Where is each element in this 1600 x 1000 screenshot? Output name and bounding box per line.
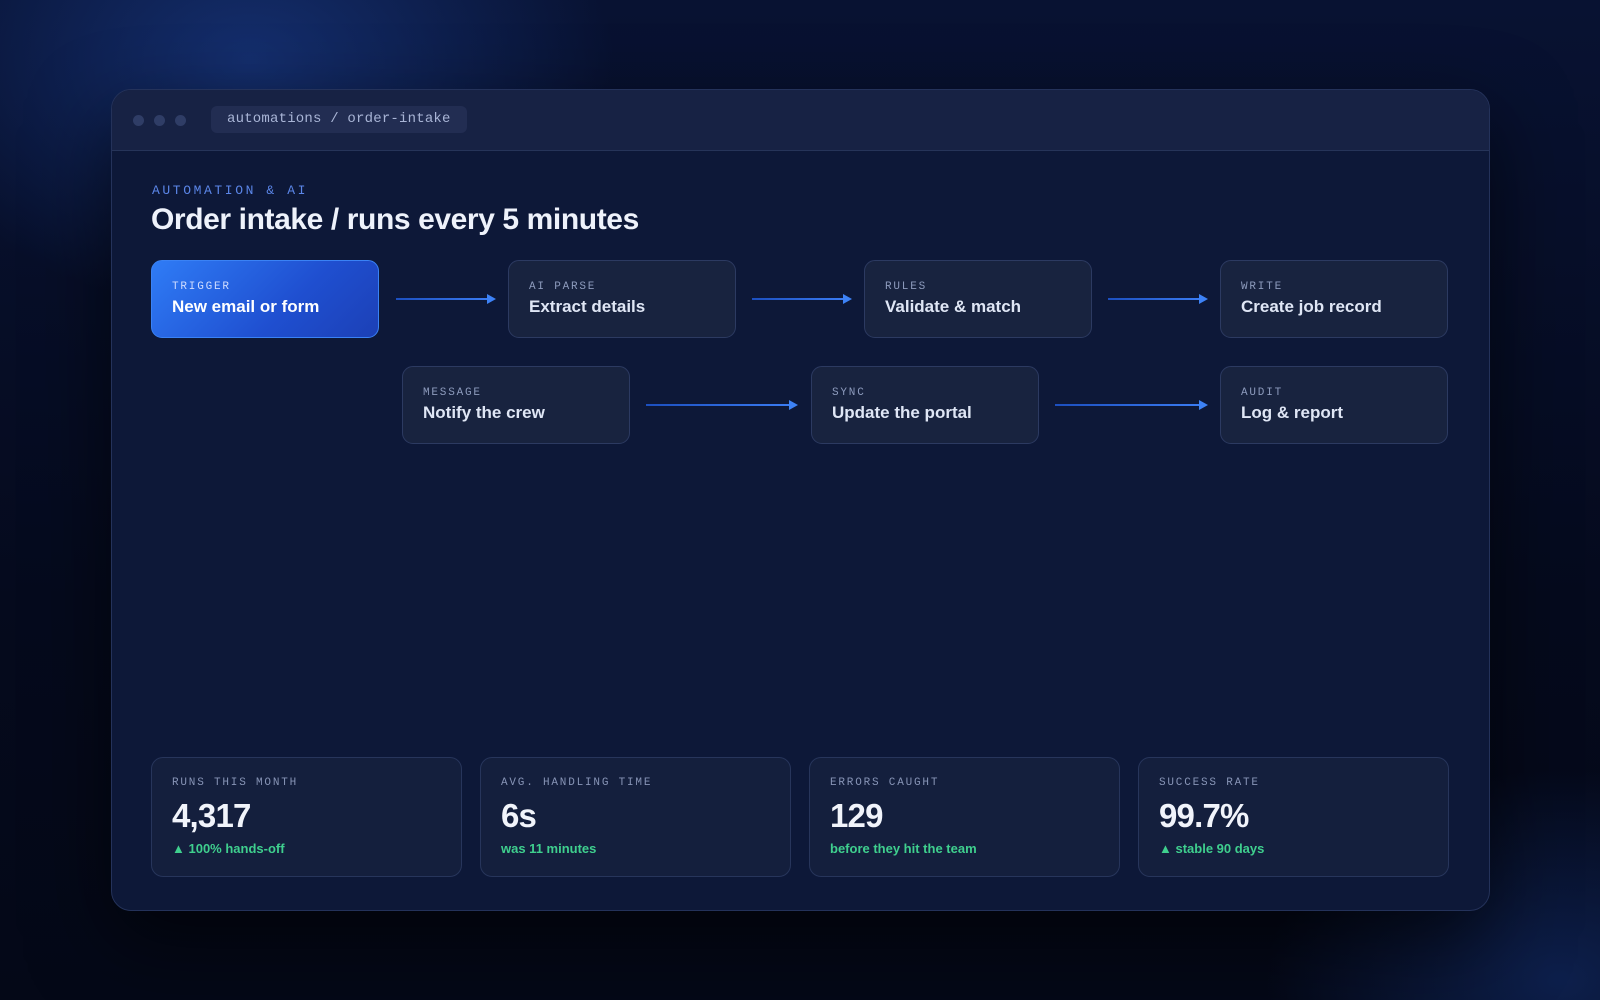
flow-node-audit[interactable]: AUDIT Log & report — [1220, 366, 1448, 444]
flow-node-write[interactable]: WRITE Create job record — [1220, 260, 1448, 338]
stat-note: before they hit the team — [830, 841, 977, 856]
window-minimize-dot[interactable] — [154, 115, 165, 126]
page-title: Order intake / runs every 5 minutes — [151, 203, 639, 236]
flow-node-sync[interactable]: SYNC Update the portal — [811, 366, 1039, 444]
section-eyebrow: AUTOMATION & AI — [152, 183, 309, 198]
node-kicker: WRITE — [1241, 281, 1284, 293]
stat-card-runs: RUNS THIS MONTH 4,317 ▲ 100% hands-off — [151, 757, 462, 877]
stat-note: ▲ 100% hands-off — [172, 841, 285, 856]
flow-node-message[interactable]: MESSAGE Notify the crew — [402, 366, 630, 444]
window-close-dot[interactable] — [133, 115, 144, 126]
node-kicker: RULES — [885, 281, 928, 293]
node-label: Notify the crew — [423, 403, 545, 422]
flow-arrow-icon — [1055, 400, 1208, 410]
window-maximize-dot[interactable] — [175, 115, 186, 126]
flow-arrow-icon — [752, 294, 852, 304]
app-window: automations / order-intake AUTOMATION & … — [111, 89, 1490, 911]
node-kicker: SYNC — [832, 387, 866, 399]
flow-arrow-icon — [1108, 294, 1208, 304]
stat-value: 129 — [830, 797, 883, 834]
title-bar: automations / order-intake — [112, 90, 1489, 151]
node-kicker: AUDIT — [1241, 387, 1284, 399]
stat-note: was 11 minutes — [501, 841, 597, 856]
flow-node-ai-parse[interactable]: AI PARSE Extract details — [508, 260, 736, 338]
node-label: Update the portal — [832, 403, 972, 422]
node-label: Log & report — [1241, 403, 1343, 422]
stat-card-errors: ERRORS CAUGHT 129 before they hit the te… — [809, 757, 1120, 877]
stat-value: 6s — [501, 797, 537, 834]
stat-value: 99.7% — [1159, 797, 1249, 834]
node-kicker: AI PARSE — [529, 281, 597, 293]
flow-node-rules[interactable]: RULES Validate & match — [864, 260, 1092, 338]
flow-arrow-icon — [396, 294, 496, 304]
stat-label: AVG. HANDLING TIME — [501, 777, 653, 789]
stat-value: 4,317 — [172, 797, 251, 834]
node-label: New email or form — [172, 297, 320, 316]
stat-label: RUNS THIS MONTH — [172, 777, 299, 789]
stat-card-handling-time: AVG. HANDLING TIME 6s was 11 minutes — [480, 757, 791, 877]
node-kicker: TRIGGER — [172, 281, 231, 293]
breadcrumb-path: automations / order-intake — [211, 106, 467, 133]
stat-label: ERRORS CAUGHT — [830, 777, 940, 789]
stat-card-success-rate: SUCCESS RATE 99.7% ▲ stable 90 days — [1138, 757, 1449, 877]
flow-arrow-icon — [646, 400, 798, 410]
node-label: Extract details — [529, 297, 646, 316]
stat-label: SUCCESS RATE — [1159, 777, 1260, 789]
node-kicker: MESSAGE — [423, 387, 482, 399]
node-label: Validate & match — [885, 297, 1022, 316]
stat-note: ▲ stable 90 days — [1159, 841, 1265, 856]
flow-node-trigger[interactable]: TRIGGER New email or form — [151, 260, 379, 338]
node-label: Create job record — [1241, 297, 1382, 316]
